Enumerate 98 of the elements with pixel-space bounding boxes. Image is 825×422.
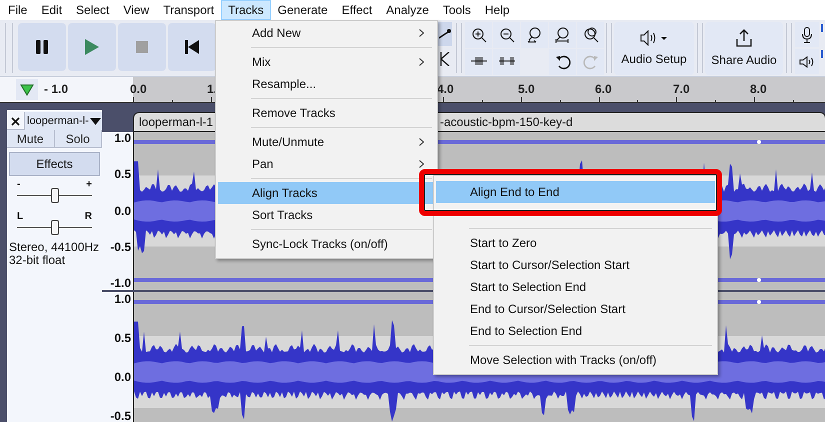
play-icon	[85, 39, 99, 55]
multi-tool-icon[interactable]	[440, 52, 450, 66]
toolbar-grip[interactable]	[456, 23, 462, 73]
slider-thumb[interactable]	[50, 220, 58, 235]
speaker-icon	[799, 56, 815, 68]
menu-item[interactable]: Help	[478, 0, 517, 20]
close-icon	[11, 116, 20, 126]
menu-item[interactable]: Align End to End	[436, 181, 715, 203]
right-label: R	[84, 212, 92, 222]
silence-button[interactable]	[493, 49, 520, 75]
menu-item[interactable]: Move Selection with Tracks (on/off)	[436, 349, 715, 371]
menu-item[interactable]: Pan	[218, 153, 435, 175]
left-label: L	[17, 212, 24, 222]
menu-item[interactable]: Remove Tracks	[218, 102, 435, 124]
microphone-button[interactable]	[795, 22, 819, 47]
menu-item[interactable]: Mute/Unmute	[218, 131, 435, 153]
fit-project-icon	[554, 27, 570, 43]
envelope-tool-icon[interactable]	[439, 28, 451, 40]
gain-slider[interactable]	[17, 188, 92, 204]
ruler-label: - 1.0	[44, 82, 68, 96]
scale-label: -1.0	[110, 277, 131, 290]
menu-item[interactable]: Effect	[334, 0, 380, 20]
ruler-label: 0.0	[130, 82, 147, 96]
menu-item[interactable]: Add New	[218, 22, 435, 44]
menu-item[interactable]: Start to Zero	[436, 232, 715, 254]
ruler-label: 7.0	[673, 82, 690, 96]
speaker-button[interactable]	[795, 49, 819, 74]
scale-label: 1.0	[114, 293, 131, 306]
audio-setup-button[interactable]: Audio Setup	[614, 22, 694, 75]
effects-button[interactable]: Effects	[9, 152, 100, 176]
redo-icon	[582, 54, 598, 70]
play-head-button[interactable]	[16, 79, 38, 100]
toolbar-grip[interactable]	[786, 23, 792, 73]
ruler-label: 8.0	[750, 82, 767, 96]
menu-item[interactable]: Start to Selection End	[436, 276, 715, 298]
scale-label: 0.0	[114, 371, 131, 384]
toolbar-grip[interactable]	[606, 23, 612, 73]
menu-item[interactable]: Sync-Lock Tracks (on/off)	[218, 233, 435, 255]
track-info: 32-bit float	[8, 254, 66, 267]
menu-item[interactable]: Sort Tracks	[218, 204, 435, 226]
menu-item[interactable]: Resample...	[218, 73, 435, 95]
pan-slider[interactable]	[17, 220, 92, 236]
undo-icon	[554, 54, 570, 70]
scale-label: 0.5	[114, 168, 131, 182]
zoom-in-button[interactable]	[465, 22, 492, 48]
menu-item[interactable]: File	[1, 0, 34, 20]
menu-item[interactable]: Mix	[218, 51, 435, 73]
scale-label: 0.0	[114, 204, 131, 218]
minus-label: -	[17, 180, 20, 190]
track-toggle-button[interactable]: Mute	[7, 130, 54, 148]
zoom-out-button[interactable]	[493, 22, 520, 48]
undo-button[interactable]	[549, 49, 576, 75]
pause-button[interactable]	[18, 23, 66, 71]
menu-item[interactable]: Align Tracks	[218, 182, 435, 204]
track-toggle-button[interactable]: Solo	[54, 130, 102, 148]
ruler-label: 5.0	[518, 82, 535, 96]
clip-title: -acoustic-bpm-150-key-d	[440, 114, 573, 131]
skip-to-start-icon	[185, 40, 199, 54]
menu-item[interactable]: Start to Cursor/Selection Start	[436, 254, 715, 276]
stop-icon	[136, 41, 148, 53]
fit-project-button[interactable]	[549, 22, 576, 48]
fit-selection-icon	[526, 27, 542, 43]
menu-item[interactable]: Generate	[270, 0, 335, 20]
zoom-toggle-button[interactable]	[577, 22, 604, 48]
toolbar-grip[interactable]	[697, 23, 703, 73]
zoom-toggle-icon	[582, 27, 598, 43]
fit-selection-button[interactable]	[521, 22, 548, 48]
play-head-icon	[20, 84, 34, 96]
slider-thumb[interactable]	[50, 188, 58, 203]
ruler-label: 6.0	[595, 82, 612, 96]
scale-label: 1.0	[114, 132, 131, 145]
scale-label: 0.5	[114, 332, 131, 345]
plus-label: +	[86, 180, 92, 190]
scale-label: -0.5	[110, 240, 131, 254]
menu-item[interactable]: Tools	[436, 0, 478, 20]
trim-button[interactable]	[465, 49, 492, 75]
share-audio-button[interactable]: Share Audio	[705, 22, 783, 75]
menu-item[interactable]: End to Selection End	[436, 320, 715, 342]
menu-item[interactable]: Tracks	[221, 0, 271, 20]
speaker-icon	[640, 30, 668, 46]
toolbar-grip[interactable]	[5, 23, 13, 73]
zoom-out-icon	[498, 27, 514, 43]
ruler-label: 4.0	[437, 82, 454, 96]
menu-item[interactable]: End to Cursor/Selection Start	[436, 298, 715, 320]
share-icon	[736, 28, 752, 46]
menu-item[interactable]: Analyze	[379, 0, 436, 20]
menu-item[interactable]: Transport	[156, 0, 222, 20]
zoom-in-icon	[470, 27, 486, 43]
dropdown-icon	[90, 118, 101, 124]
pause-icon	[36, 40, 48, 54]
scale-label: -0.5	[110, 410, 131, 422]
microphone-icon	[802, 26, 812, 42]
skip-to-start-button[interactable]	[168, 23, 216, 71]
track-info: Stereo, 44100Hz	[8, 241, 100, 254]
menu-item[interactable]: View	[116, 0, 156, 20]
track-name-menu[interactable]: looperman-l-	[25, 112, 102, 130]
menu-item[interactable]: Edit	[34, 0, 70, 20]
menu-item[interactable]: Select	[69, 0, 116, 20]
